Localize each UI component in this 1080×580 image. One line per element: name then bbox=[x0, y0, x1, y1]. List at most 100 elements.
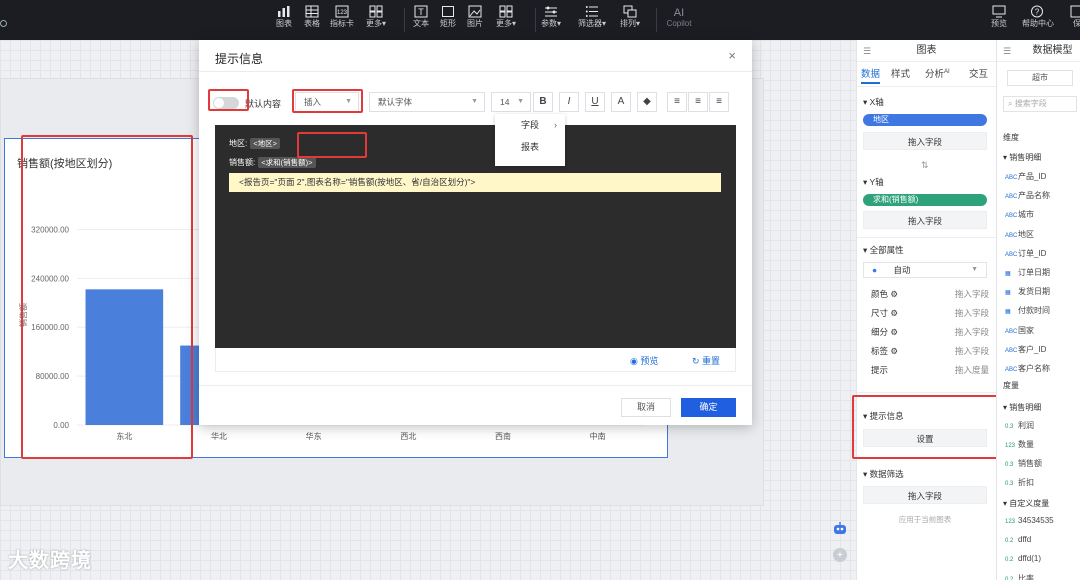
field-item[interactable]: ABC客户名称 bbox=[1005, 363, 1050, 374]
logo-icon bbox=[0, 20, 7, 27]
field-item[interactable]: ▦ 发货日期 bbox=[1005, 286, 1050, 297]
field-item[interactable]: 123 34534535 bbox=[1005, 516, 1054, 525]
tab-analysis[interactable]: 分析AI bbox=[925, 66, 950, 80]
x-tick-label: 华东 bbox=[306, 431, 322, 441]
top-toolbar: 图表 表格 123 指标卡 更多▾ T 文本 矩形 图片 更多▾ 参数▾ 筛选器▾ 排列▾ AI Copil… bbox=[0, 0, 1080, 40]
field-item[interactable]: ABC城市 bbox=[1005, 209, 1034, 220]
measure-group[interactable]: ▾ 销售明细 bbox=[1003, 402, 1041, 413]
report-reference-line: <报告页="页面 2",图表名称="销售额(按地区、省/自治区划分)"> bbox=[229, 173, 721, 192]
field-item[interactable]: ABC国家 bbox=[1005, 325, 1034, 336]
font-color-button[interactable]: A bbox=[611, 92, 631, 112]
bold-button[interactable]: B bbox=[533, 92, 553, 112]
dim-group[interactable]: ▾ 销售明细 bbox=[1003, 152, 1041, 163]
toolbar-item-3[interactable]: 更多▾ bbox=[361, 5, 391, 30]
field-item[interactable]: ABC地区 bbox=[1005, 229, 1034, 240]
align-left-button[interactable]: ≡ bbox=[667, 92, 687, 112]
insert-dropdown: 字段 › 报表 bbox=[495, 114, 565, 166]
field-item[interactable]: 0.3 利润 bbox=[1005, 420, 1034, 431]
toolbar-item-6[interactable]: 图片 bbox=[460, 5, 490, 30]
toolbar-item-2[interactable]: 123 指标卡 bbox=[327, 5, 357, 30]
field-item[interactable]: ▦ 订单日期 bbox=[1005, 267, 1050, 278]
y-axis-title: 销售额 bbox=[18, 303, 28, 327]
toolbar-item-11[interactable]: AI Copilot bbox=[664, 5, 694, 30]
underline-button[interactable]: U bbox=[585, 92, 605, 112]
close-icon[interactable]: × bbox=[728, 48, 736, 63]
y-tick-label: 240000.00 bbox=[31, 274, 69, 283]
image-icon bbox=[468, 5, 482, 18]
toolbar-item-10[interactable]: 排列▾ bbox=[615, 5, 645, 30]
field-item[interactable]: 0.3 销售额 bbox=[1005, 458, 1042, 469]
y-drop-field[interactable]: 拖入字段 bbox=[863, 211, 987, 229]
field-item[interactable]: ▦ 付款时间 bbox=[1005, 305, 1050, 316]
collapse-icon[interactable]: ☰ bbox=[1003, 40, 1011, 62]
reset-link[interactable]: ↻ 重置 bbox=[692, 354, 720, 367]
dataset-select[interactable]: 超市 bbox=[1007, 70, 1073, 86]
field-item[interactable]: 0.2 比率 bbox=[1005, 573, 1034, 580]
toolbar-item-4[interactable]: T 文本 bbox=[406, 5, 436, 30]
toolbar-item-7[interactable]: 更多▾ bbox=[491, 5, 521, 30]
x-drop-field[interactable]: 拖入字段 bbox=[863, 132, 987, 150]
robot-icon[interactable] bbox=[832, 522, 848, 536]
tab-style[interactable]: 样式 bbox=[891, 66, 910, 80]
highlight-color-button[interactable]: ◆ bbox=[637, 92, 657, 112]
align-center-button[interactable]: ≡ bbox=[688, 92, 708, 112]
x-axis-pill[interactable]: 地区 bbox=[863, 114, 987, 126]
field-item[interactable]: 0.2 dffd(1) bbox=[1005, 554, 1041, 563]
field-item[interactable]: ABC客户_ID bbox=[1005, 344, 1046, 355]
field-item[interactable]: ABC产品名称 bbox=[1005, 190, 1050, 201]
x-axis-label: ▾ X轴 bbox=[863, 97, 884, 107]
mark-type-select[interactable]: ● 自动 ▼ bbox=[863, 262, 987, 278]
tooltip-settings-button[interactable]: 设置 bbox=[863, 429, 987, 447]
collapse-icon[interactable]: ☰ bbox=[863, 40, 871, 62]
tooltip-dialog: 提示信息 × 默认内容 插入 ▼ 默认字体 ▼ 14 ▼ B I U A ◆ ≡ ≡ … bbox=[199, 40, 752, 425]
toolbar-item-0[interactable]: 图表 bbox=[269, 5, 299, 30]
data-model-panel: ☰ 数据模型 超市 ⌕ 搜索字段 维度 ▾ 销售明细 ABC产品_ID ABC产品名… bbox=[996, 40, 1080, 580]
insert-select[interactable]: 插入 ▼ bbox=[295, 92, 359, 112]
field-item[interactable]: ABC订单_ID bbox=[1005, 248, 1046, 259]
prop-row[interactable]: 尺寸 ⚙ 拖入字段 bbox=[871, 307, 989, 319]
add-icon[interactable]: + bbox=[833, 548, 847, 562]
toolbar-right-save[interactable]: 保 bbox=[1062, 5, 1080, 30]
dropdown-item-report[interactable]: 报表 bbox=[521, 140, 539, 153]
swap-axis-icon[interactable]: ⇅ bbox=[921, 160, 929, 171]
tooltip-editor[interactable]: 地区: <地区> 销售额: <求和(销售额)> <报告页="页面 2",图表名称="… bbox=[215, 125, 736, 348]
ok-button[interactable]: 确定 bbox=[681, 398, 736, 417]
editor-line-sales: 销售额: <求和(销售额)> bbox=[229, 157, 316, 168]
ai-icon: AI bbox=[672, 5, 686, 19]
preview-link[interactable]: ◉ 预览 bbox=[630, 354, 658, 367]
toolbar-item-1[interactable]: 表格 bbox=[297, 5, 327, 30]
editor-footer: ◉ 预览 ↻ 重置 bbox=[215, 348, 736, 372]
field-item[interactable]: 0.2 dffd bbox=[1005, 535, 1031, 544]
field-search-input[interactable]: ⌕ 搜索字段 bbox=[1003, 96, 1077, 112]
field-item[interactable]: 123 数量 bbox=[1005, 439, 1034, 450]
save-icon bbox=[1070, 5, 1080, 18]
tab-data[interactable]: 数据 bbox=[861, 66, 881, 84]
dimension-label: 维度 bbox=[1003, 133, 1019, 142]
custom-measure-group[interactable]: ▾ 自定义度量 bbox=[1003, 498, 1049, 509]
bar-东北[interactable] bbox=[85, 289, 164, 425]
toolbar-right-preview[interactable]: 预览 bbox=[984, 5, 1014, 30]
toolbar-right-help[interactable]: ? 帮助中心 bbox=[1022, 5, 1054, 30]
prop-row[interactable]: 标签 ⚙ 拖入字段 bbox=[871, 345, 989, 357]
tab-interaction[interactable]: 交互 bbox=[969, 66, 988, 80]
italic-button[interactable]: I bbox=[559, 92, 579, 112]
font-family-select[interactable]: 默认字体 ▼ bbox=[369, 92, 485, 112]
align-right-button[interactable]: ≡ bbox=[709, 92, 729, 112]
cancel-button[interactable]: 取消 bbox=[621, 398, 671, 417]
field-item[interactable]: 0.3 折扣 bbox=[1005, 477, 1034, 488]
y-tick-label: 320000.00 bbox=[31, 225, 69, 234]
x-tick-label: 中南 bbox=[590, 431, 606, 441]
font-size-select[interactable]: 14 ▼ bbox=[491, 92, 531, 112]
prop-row[interactable]: 细分 ⚙ 拖入字段 bbox=[871, 326, 989, 338]
watermark: 大数跨境 bbox=[8, 550, 92, 572]
default-content-toggle[interactable] bbox=[213, 97, 239, 109]
y-axis-pill[interactable]: 求和(销售额) bbox=[863, 194, 987, 206]
toolbar-item-5[interactable]: 矩形 bbox=[433, 5, 463, 30]
toolbar-item-8[interactable]: 参数▾ bbox=[536, 5, 566, 30]
prop-row[interactable]: 提示 拖入度量 bbox=[871, 364, 989, 376]
dropdown-item-field[interactable]: 字段 bbox=[521, 118, 539, 131]
prop-row[interactable]: 颜色 ⚙ 拖入字段 bbox=[871, 288, 989, 300]
field-item[interactable]: ABC产品_ID bbox=[1005, 171, 1046, 182]
toolbar-item-9[interactable]: 筛选器▾ bbox=[577, 5, 607, 30]
filter-drop-field[interactable]: 拖入字段 bbox=[863, 486, 987, 504]
